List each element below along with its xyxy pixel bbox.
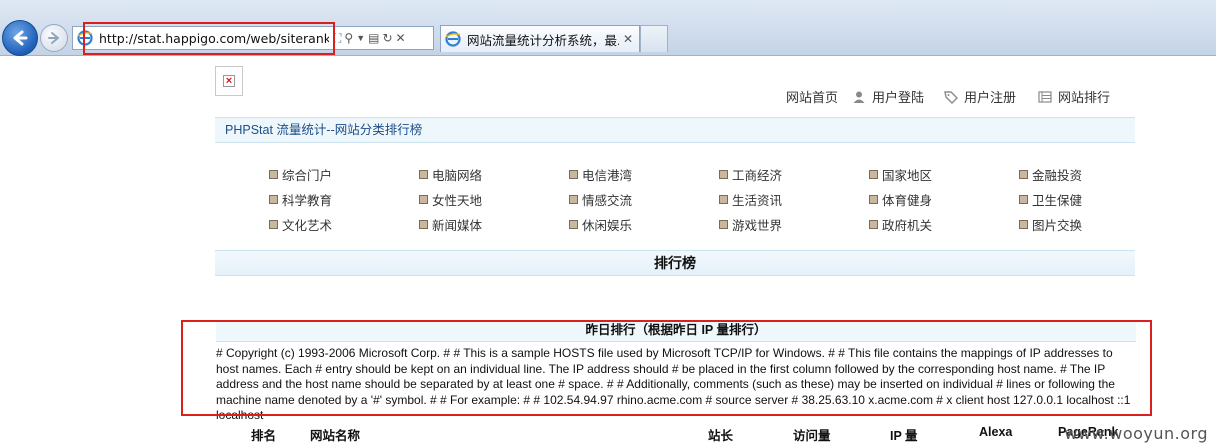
nav-home-label[interactable]: 网站首页	[786, 87, 838, 106]
category-link[interactable]: 游戏世界	[719, 215, 782, 234]
bullet-icon	[1019, 195, 1028, 204]
arrow-left-icon	[13, 30, 28, 46]
bullet-icon	[719, 170, 728, 179]
category-link[interactable]: 综合门户	[269, 165, 332, 184]
bullet-icon	[569, 195, 578, 204]
column-header[interactable]: Alexa	[979, 425, 1012, 439]
tab-title: 网站流量统计分析系统，最...	[467, 33, 619, 48]
category-link[interactable]: 金融投资	[1019, 165, 1082, 184]
category-link[interactable]: 图片交换	[1019, 215, 1082, 234]
bullet-icon	[1019, 220, 1028, 229]
forward-button[interactable]	[40, 24, 68, 52]
category-link[interactable]: 卫生保健	[1019, 190, 1082, 209]
page-title: PHPStat 流量统计--网站分类排行榜	[215, 117, 1135, 143]
bullet-icon	[419, 220, 428, 229]
refresh-icon[interactable]: ↻	[382, 31, 392, 45]
bullet-icon	[719, 195, 728, 204]
nav-login-label[interactable]: 用户登陆	[872, 87, 924, 106]
category-link[interactable]: 政府机关	[869, 215, 932, 234]
column-header[interactable]: 站长	[708, 425, 733, 444]
nav-ranking[interactable]: 网站排行	[1038, 87, 1110, 106]
category-link[interactable]: 体育健身	[869, 190, 932, 209]
bullet-icon	[569, 220, 578, 229]
bullet-icon	[269, 195, 278, 204]
ie-icon	[445, 31, 461, 47]
category-link[interactable]: 休闲娱乐	[569, 215, 632, 234]
dropdown-icon[interactable]: ▼	[356, 33, 365, 43]
search-icon[interactable]: ⚲	[344, 31, 353, 45]
close-icon[interactable]: ✕	[623, 32, 633, 46]
stop-icon[interactable]: ✕	[396, 31, 406, 45]
nav-ranking-label[interactable]: 网站排行	[1058, 87, 1110, 106]
category-link[interactable]: 生活资讯	[719, 190, 782, 209]
user-icon	[853, 91, 865, 103]
tag-icon	[944, 90, 958, 104]
ranking-title: 排行榜	[215, 250, 1135, 276]
tab-active[interactable]: 网站流量统计分析系统，最... ✕	[440, 25, 640, 52]
column-header[interactable]: 访问量	[793, 425, 831, 444]
nav-register-label[interactable]: 用户注册	[964, 87, 1016, 106]
category-link[interactable]: 电脑网络	[419, 165, 482, 184]
category-link[interactable]: 新闻媒体	[419, 215, 482, 234]
bullet-icon	[269, 170, 278, 179]
bullet-icon	[1019, 170, 1028, 179]
category-link[interactable]: 女性天地	[419, 190, 482, 209]
broken-image-icon: ×	[215, 66, 243, 96]
bullet-icon	[419, 195, 428, 204]
bullet-icon	[719, 220, 728, 229]
bullet-icon	[869, 220, 878, 229]
category-link[interactable]: 科学教育	[269, 190, 332, 209]
bullet-icon	[569, 170, 578, 179]
category-link[interactable]: 情感交流	[569, 190, 632, 209]
bullet-icon	[869, 170, 878, 179]
arrow-right-icon	[48, 32, 59, 44]
column-header[interactable]: 网站名称	[310, 425, 360, 444]
category-link[interactable]: 文化艺术	[269, 215, 332, 234]
list-icon	[1038, 90, 1052, 103]
back-button[interactable]	[2, 20, 38, 56]
category-link[interactable]: 工商经济	[719, 165, 782, 184]
injection-highlight-box	[181, 320, 1152, 416]
column-header[interactable]: 排名	[251, 425, 276, 444]
category-link[interactable]: 电信港湾	[569, 165, 632, 184]
nav-login[interactable]: 用户登陆	[852, 87, 924, 106]
category-link[interactable]: 国家地区	[869, 165, 932, 184]
url-highlight-box	[83, 22, 335, 55]
new-tab-button[interactable]	[640, 25, 668, 52]
watermark: www.wooyun.org	[1064, 424, 1208, 443]
bullet-icon	[419, 170, 428, 179]
nav-register[interactable]: 用户注册	[944, 87, 1016, 106]
compat-view-icon[interactable]: ▤	[368, 31, 379, 45]
bullet-icon	[269, 220, 278, 229]
column-header[interactable]: IP 量	[890, 425, 918, 444]
nav-home[interactable]: 网站首页	[786, 87, 838, 106]
bullet-icon	[869, 195, 878, 204]
